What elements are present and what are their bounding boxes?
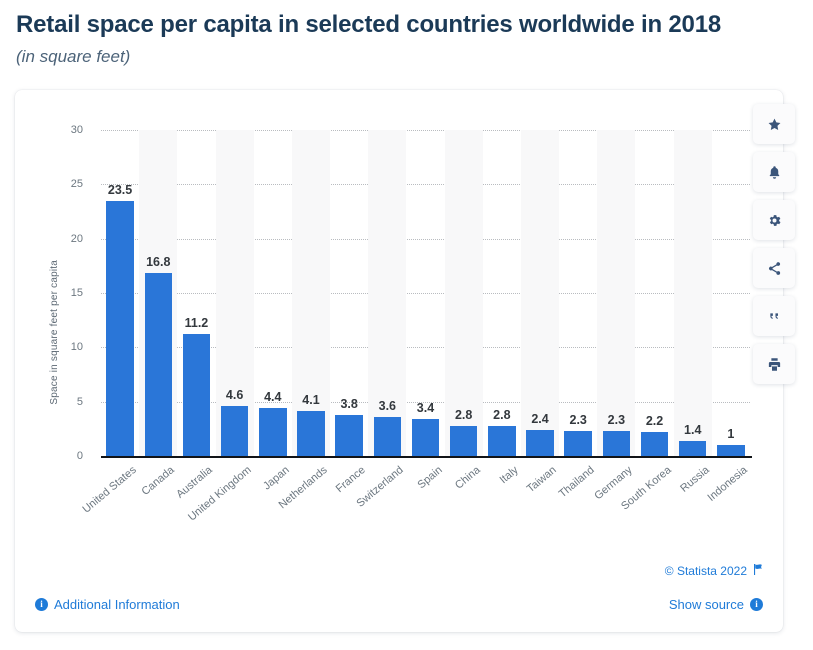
x-axis-tick-label: Japan xyxy=(260,464,292,493)
bar[interactable] xyxy=(717,445,745,456)
y-axis-ticks: 0 5 10 15 20 25 30 xyxy=(49,90,83,560)
bar[interactable] xyxy=(488,425,516,456)
bar[interactable] xyxy=(106,200,134,456)
y-axis-tick-label: 5 xyxy=(76,395,83,408)
y-axis-tick-label: 15 xyxy=(70,287,83,299)
bar[interactable] xyxy=(449,425,478,456)
page-header: Retail space per capita in selected coun… xyxy=(0,0,813,69)
bar-value-label: 4.6 xyxy=(225,388,244,402)
x-axis-line xyxy=(101,456,752,458)
bar-value-label: 2.3 xyxy=(569,413,587,427)
bar-value-label: 11.2 xyxy=(184,316,209,331)
bar[interactable] xyxy=(640,432,669,456)
x-axis-tick-label: United States xyxy=(80,464,139,516)
bar[interactable] xyxy=(220,406,249,456)
y-axis-tick-label: 25 xyxy=(70,178,83,191)
flag-icon xyxy=(753,564,763,578)
info-icon: i xyxy=(35,598,48,611)
y-axis-tick-label: 20 xyxy=(70,232,83,245)
bar[interactable] xyxy=(411,419,440,456)
card-footer: i Additional Information © Statista 2022… xyxy=(15,552,783,632)
x-axis-tick-label: Indonesia xyxy=(705,464,750,504)
bar[interactable] xyxy=(602,431,631,456)
x-axis-tick-label: Thailand xyxy=(556,464,597,501)
gridline xyxy=(101,238,750,240)
bar-value-label: 4.1 xyxy=(302,393,320,408)
column-band xyxy=(520,130,560,456)
bar-value-label: 2.3 xyxy=(607,413,626,427)
y-axis-tick-label: 0 xyxy=(76,450,83,462)
gridline xyxy=(101,184,750,186)
bar[interactable] xyxy=(373,416,402,456)
bar-value-label: 16.8 xyxy=(146,255,171,270)
y-axis-tick-label: 30 xyxy=(70,124,83,136)
x-axis-tick-label: Russia xyxy=(677,464,712,495)
gridline xyxy=(101,130,750,131)
x-axis-tick-label: China xyxy=(452,464,483,492)
bar-value-label: 2.8 xyxy=(454,407,473,422)
bar-value-label: 1 xyxy=(727,427,735,442)
bar-value-label: 2.2 xyxy=(645,414,664,429)
page-subtitle: (in square feet) xyxy=(16,47,131,66)
x-axis-tick-label: Taiwan xyxy=(524,464,559,496)
additional-information-label: Additional Information xyxy=(54,597,180,612)
bar[interactable] xyxy=(678,440,707,456)
bar-value-label: 1.4 xyxy=(684,422,702,437)
column-band xyxy=(673,130,712,456)
show-source-link[interactable]: Show source i xyxy=(669,597,763,612)
bar[interactable] xyxy=(259,408,287,456)
bar-value-label: 2.4 xyxy=(531,411,549,426)
x-axis-tick-label: Spain xyxy=(414,464,445,492)
bar-value-label: 3.4 xyxy=(416,401,435,416)
bar[interactable] xyxy=(144,273,172,456)
statista-copyright-label: © Statista 2022 xyxy=(664,564,747,578)
x-axis-tick-label: Canada xyxy=(139,464,177,498)
chart-card: Space in square feet per capita 0 5 10 15 20… xyxy=(15,90,795,632)
x-axis-tick-label: Italy xyxy=(497,464,521,487)
additional-information-link[interactable]: i Additional Information xyxy=(35,597,180,612)
bar-value-label: 4.4 xyxy=(264,390,282,405)
x-axis-tick-label: France xyxy=(333,464,368,496)
bar-value-label: 23.5 xyxy=(107,182,133,197)
chart-plot-area: Space in square feet per capita 0 5 10 15 20… xyxy=(15,90,783,560)
gridline xyxy=(101,293,750,294)
bar[interactable] xyxy=(182,334,211,456)
bar-value-label: 3.6 xyxy=(378,398,397,413)
bar-value-label: 2.8 xyxy=(493,407,511,422)
bar-value-label: 3.8 xyxy=(340,396,358,411)
bar[interactable] xyxy=(297,411,325,456)
bar[interactable] xyxy=(526,429,554,456)
bar[interactable] xyxy=(335,414,363,456)
info-icon: i xyxy=(750,598,763,611)
column-band xyxy=(597,130,636,456)
statista-copyright: © Statista 2022 xyxy=(665,564,763,578)
y-axis-tick-label: 10 xyxy=(70,341,83,354)
bar[interactable] xyxy=(564,431,592,456)
show-source-label: Show source xyxy=(668,597,744,612)
page-title: Retail space per capita in selected coun… xyxy=(16,11,721,38)
